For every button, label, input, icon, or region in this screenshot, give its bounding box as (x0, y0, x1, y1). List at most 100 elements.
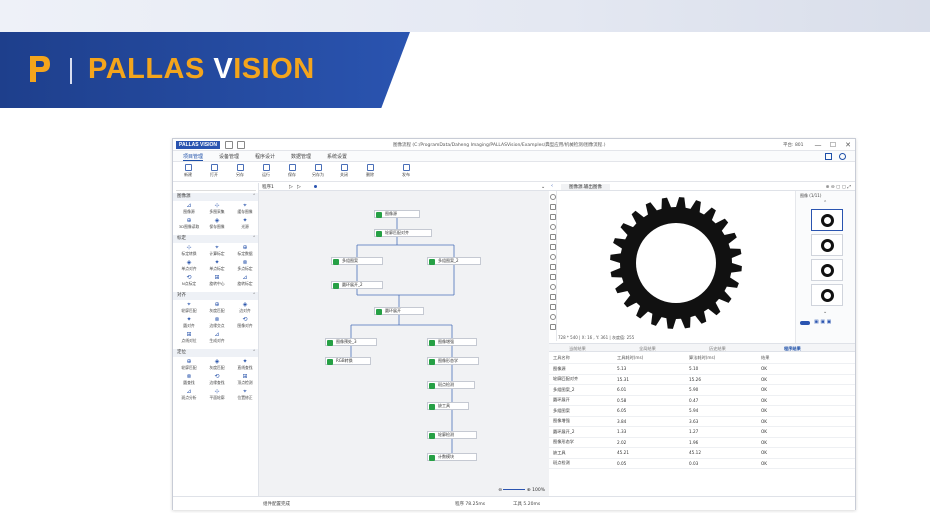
table-row[interactable]: 圆环展开_2 1.33 1.27 OK (549, 426, 855, 438)
draw-tool-icon[interactable] (550, 264, 556, 270)
palette-tool[interactable]: ✦ 单点标定 (203, 259, 231, 274)
menu-data[interactable]: 数据管理 (291, 153, 311, 160)
palette-tool[interactable]: ⌖ 位置修正 (231, 388, 258, 403)
palette-tool[interactable]: ⌖ 计算标定 (203, 244, 231, 259)
palette-tool[interactable]: ⊕ 标定数据 (231, 244, 258, 259)
draw-tool-icon[interactable] (550, 254, 556, 260)
palette-tool[interactable]: ⊿ 图像源 (175, 202, 203, 217)
palette-group[interactable]: 对齐 ⌃ (173, 292, 258, 300)
palette-tool[interactable]: ⟲ N点标定 (175, 274, 203, 289)
palette-tool[interactable]: ⊿ 旋转标定 (231, 274, 258, 289)
palette-tool[interactable]: ⊹ 多图采集 (203, 202, 231, 217)
column-header[interactable]: 工具名称 (549, 353, 613, 364)
draw-tool-icon[interactable] (550, 324, 556, 330)
thumbnail[interactable] (811, 259, 843, 281)
palette-tool[interactable]: ⊞ 顶点检测 (231, 373, 258, 388)
draw-tool-icon[interactable] (550, 244, 556, 250)
palette-tool[interactable]: ✦ 圆对齐 (175, 316, 203, 331)
zoom-in-icon[interactable]: ⊕ (527, 488, 531, 493)
flow-node[interactable]: 计数模块 (427, 453, 477, 461)
palette-tool[interactable]: ⟲ 边缘查找 (203, 373, 231, 388)
menu-system[interactable]: 系统设置 (327, 153, 347, 160)
palette-tool[interactable]: ⊗ 边缘交点 (203, 316, 231, 331)
user-icon[interactable] (839, 153, 846, 160)
palette-tool[interactable]: ⊗ 圆查找 (175, 373, 203, 388)
zoom-out-icon[interactable]: ⊖ (498, 488, 502, 493)
table-row[interactable]: 斑点检测 0.05 0.03 OK (549, 458, 855, 469)
table-row[interactable]: 缺工具 45.21 45.12 OK (549, 447, 855, 459)
column-header[interactable]: 结果 (757, 353, 855, 364)
palette-tool[interactable]: ◈ 单点对齐 (175, 259, 203, 274)
tool-new[interactable]: 新建 (177, 164, 199, 178)
viewer-tools[interactable]: ⊕ ⊖ ▢ ▢ ⤢ (826, 184, 851, 190)
draw-tool-icon[interactable] (550, 194, 556, 200)
palette-tool[interactable]: ◈ 边对齐 (231, 301, 258, 316)
palette-tool[interactable]: ⊕ 灰度匹配 (203, 301, 231, 316)
flow-node[interactable]: 斑点检测 (427, 381, 475, 389)
layout-icon[interactable] (825, 153, 832, 160)
flow-node[interactable]: 轮廓匹配对齐 (374, 229, 432, 237)
flow-node[interactable]: 缺工具 (427, 402, 469, 410)
palette-tool[interactable]: ⊞ 点线对位 (175, 331, 203, 346)
column-header[interactable]: 算法耗时(ms) (685, 353, 757, 364)
table-row[interactable]: 图像源 5.13 5.10 OK (549, 363, 855, 375)
chevron-down-icon[interactable]: ⌄ (823, 309, 827, 315)
folder-icon[interactable] (225, 141, 233, 149)
tab-global-result[interactable]: 全局结果 (639, 346, 656, 352)
thumbnail[interactable] (811, 234, 843, 256)
palette-tool[interactable]: ⊹ 平面轮廓 (203, 388, 231, 403)
tab-history-result[interactable]: 历史结果 (709, 346, 726, 352)
zoom-slider[interactable] (503, 489, 526, 490)
palette-group[interactable]: 标定 ⌃ (173, 235, 258, 243)
palette-tool[interactable]: ◈ 保存图像 (203, 217, 231, 232)
palette-tool[interactable]: ⊞ 旋转中心 (203, 274, 231, 289)
flow-node[interactable]: RGB转换 (325, 357, 371, 365)
chevron-up-icon[interactable]: ⌃ (823, 200, 827, 206)
tool-close[interactable]: 关闭 (333, 164, 355, 178)
palette-tool[interactable]: ⌖ 轮廓匹配 (175, 301, 203, 316)
flow-node[interactable]: 多组图案 (331, 257, 383, 265)
palette-tool[interactable]: ⌖ 缓存图像 (231, 202, 258, 217)
palette-tool[interactable]: ✦ 直线查找 (231, 358, 258, 373)
tool-save[interactable]: 保存 (281, 164, 303, 178)
palette-tool[interactable]: ⊗ 多点标定 (231, 259, 258, 274)
thumbnail[interactable] (811, 209, 843, 231)
draw-tool-icon[interactable] (550, 214, 556, 220)
flow-node[interactable]: 圆环展开_2 (331, 281, 383, 289)
chevron-left-icon[interactable]: ‹ (551, 183, 553, 189)
maximize-button[interactable]: ☐ (828, 140, 838, 150)
draw-tool-icon[interactable] (550, 294, 556, 300)
flow-node[interactable]: 图像预处_3 (325, 338, 377, 346)
flow-node[interactable]: 圆环展开 (374, 307, 424, 315)
table-row[interactable]: 图像增强 3.84 3.63 OK (549, 416, 855, 427)
flow-canvas[interactable]: 程序1 ▷ ▷ ⌄ 图像源 轮廓匹配对齐 多组图案 多组图案_2 圆环展开_2 圆环展开图… (259, 183, 549, 496)
tool-delete[interactable]: 删除 (359, 164, 381, 178)
menu-device[interactable]: 设备管理 (219, 153, 239, 160)
palette-tool[interactable]: ⊕ 3D图像读取 (175, 217, 203, 232)
tool-open[interactable]: 打开 (203, 164, 225, 178)
menu-program[interactable]: 程序设计 (255, 153, 275, 160)
thumb-actions[interactable]: ▣ ▣ ▣ (814, 319, 831, 325)
flow-node[interactable]: 图像源 (374, 210, 420, 218)
draw-tool-icon[interactable] (550, 314, 556, 320)
palette-tool[interactable]: ◈ 灰度匹配 (203, 358, 231, 373)
table-row[interactable]: 多组图案_2 6.01 5.90 OK (549, 384, 855, 396)
draw-tool-icon[interactable] (550, 304, 556, 310)
flow-node[interactable]: 图像增强 (427, 338, 477, 346)
tool-saveas2[interactable]: 另存为 (307, 164, 329, 178)
table-row[interactable]: 圆环展开 0.58 0.47 OK (549, 395, 855, 406)
palette-tool[interactable]: ⊹ 标定转换 (175, 244, 203, 259)
close-button[interactable]: ✕ (843, 140, 853, 150)
table-row[interactable]: 图像形态学 2.02 1.96 OK (549, 437, 855, 448)
menu-project[interactable]: 项目管理 (183, 153, 204, 161)
zoom-control[interactable]: ⊖ ⊕ 100% (498, 488, 545, 493)
palette-group[interactable]: 定位 ⌃ (173, 349, 258, 357)
tool-saveas[interactable]: 另存 (229, 164, 251, 178)
tab-current-result[interactable]: 当前结果 (569, 346, 586, 352)
flow-node[interactable]: 图像形态学 (427, 357, 479, 365)
flow-node[interactable]: 多组图案_2 (427, 257, 481, 265)
palette-tool[interactable]: ✦ 光源 (231, 217, 258, 232)
tab-program-result[interactable]: 程序结果 (784, 346, 801, 352)
palette-search[interactable] (176, 185, 256, 191)
table-row[interactable]: 轮廓匹配对齐 15.31 15.26 OK (549, 374, 855, 385)
